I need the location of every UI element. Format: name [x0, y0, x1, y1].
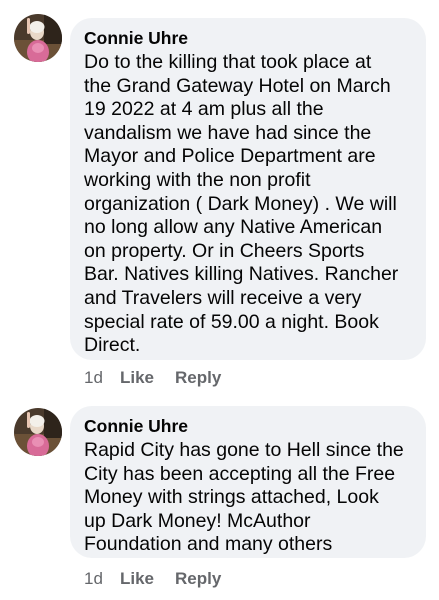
like-button[interactable]: Like — [120, 569, 175, 589]
comment-author[interactable]: Connie Uhre — [84, 416, 414, 437]
like-button[interactable]: Like — [120, 368, 175, 388]
comment-bubble: Connie Uhre Do to the killing that took … — [70, 18, 426, 360]
comment: Connie Uhre Do to the killing that took … — [0, 0, 439, 398]
comment-actions: 1d Like Reply — [84, 569, 221, 589]
reply-button[interactable]: Reply — [175, 569, 221, 589]
comment-timestamp[interactable]: 1d — [84, 368, 120, 388]
avatar[interactable] — [14, 14, 62, 62]
comment-actions: 1d Like Reply — [84, 368, 221, 388]
avatar-photo-icon — [14, 408, 62, 456]
comment-text: Do to the killing that took place at the… — [84, 51, 399, 357]
reply-button[interactable]: Reply — [175, 368, 221, 388]
comment-author[interactable]: Connie Uhre — [84, 28, 414, 49]
comment-timestamp[interactable]: 1d — [84, 569, 120, 589]
comment-bubble: Connie Uhre Rapid City has gone to Hell … — [70, 406, 426, 558]
comment-text: Rapid City has gone to Hell since the Ci… — [84, 439, 404, 556]
avatar-photo-icon — [14, 14, 62, 62]
comment: Connie Uhre Rapid City has gone to Hell … — [0, 398, 439, 600]
avatar[interactable] — [14, 408, 62, 456]
